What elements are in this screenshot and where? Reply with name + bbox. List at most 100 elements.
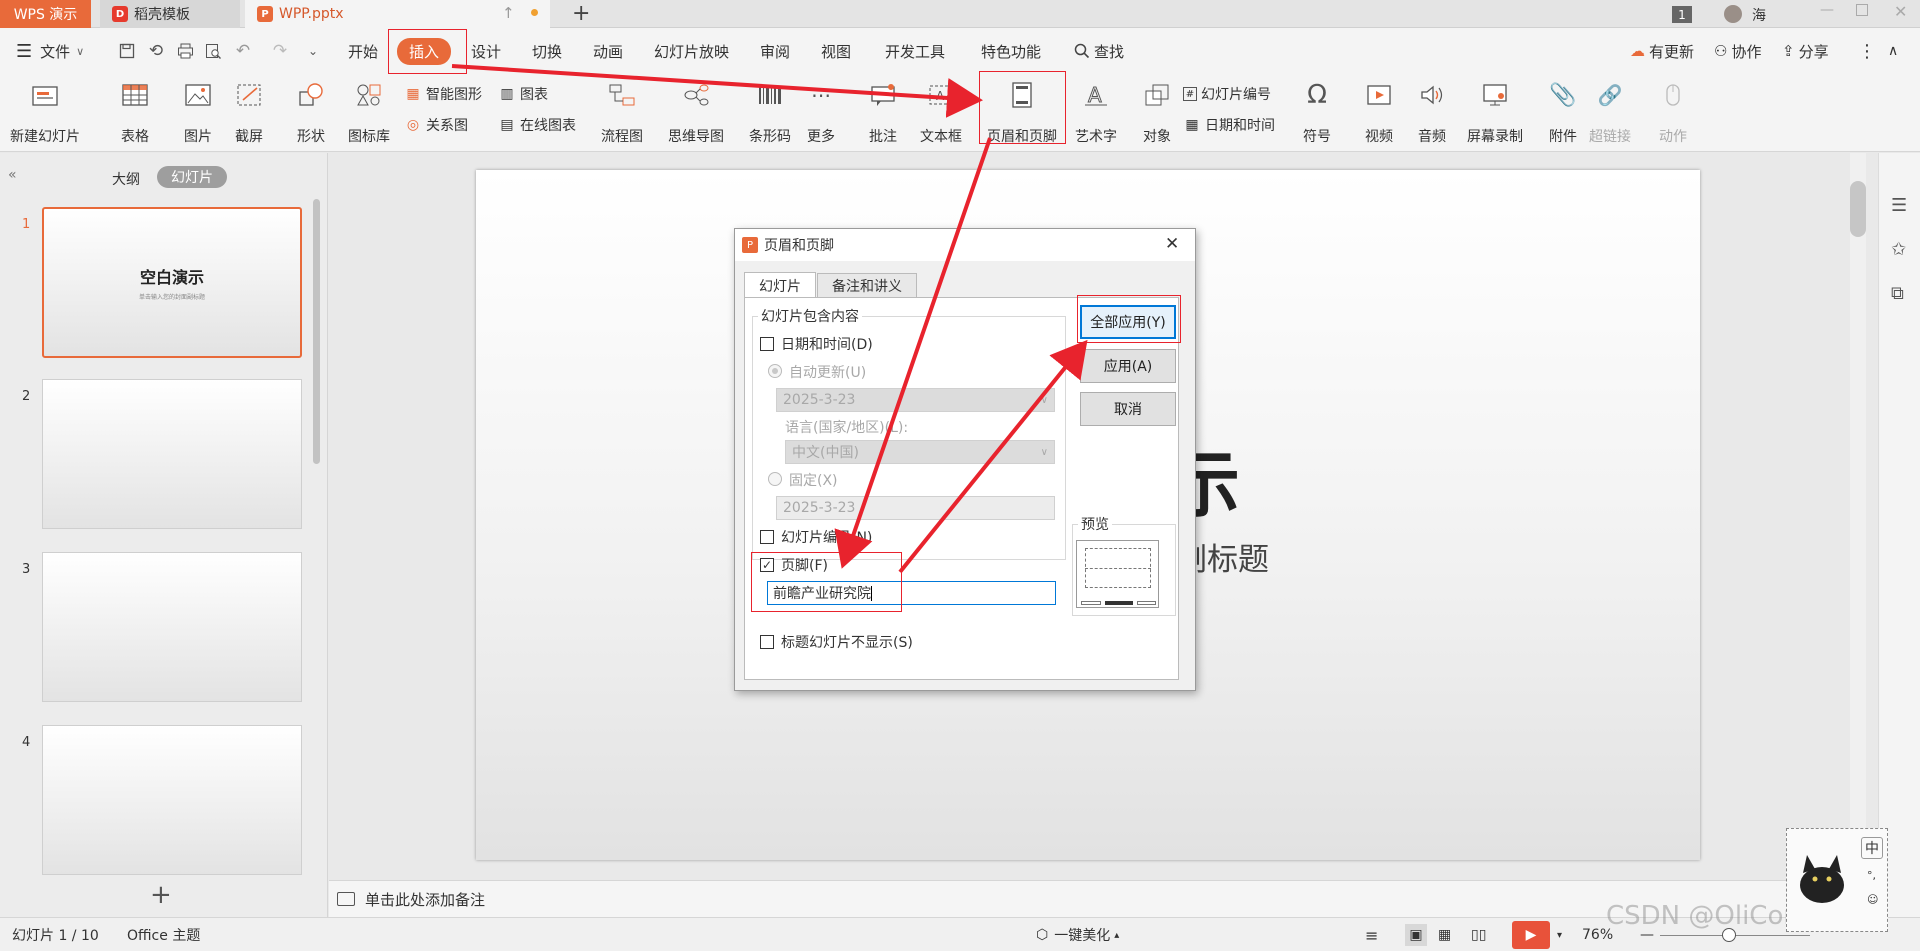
share-button[interactable]: ⇪ 分享	[1782, 28, 1829, 74]
table-button[interactable]: 表格	[120, 78, 150, 146]
tab-slides[interactable]: 幻灯片	[157, 166, 227, 188]
hide-on-title-checkbox[interactable]	[760, 635, 774, 649]
shape-button[interactable]: 形状	[296, 78, 326, 146]
menu-tab-review[interactable]: 审阅	[760, 28, 790, 74]
dialog-close-icon[interactable]: ✕	[1165, 234, 1179, 254]
beautify-button[interactable]: ⬡ 一键美化 ▴	[1036, 918, 1119, 951]
slide-number-button[interactable]: # 幻灯片编号	[1183, 83, 1271, 105]
online-chart-button[interactable]: ▤ 在线图表	[498, 114, 576, 136]
print-icon[interactable]	[174, 40, 196, 62]
scrollbar-thumb[interactable]	[1850, 181, 1866, 237]
collapse-panel-icon[interactable]: «	[8, 167, 17, 183]
slide-thumbnail-2[interactable]	[42, 379, 302, 529]
barcode-button[interactable]: 条形码	[749, 78, 791, 146]
footer-text-input[interactable]: 前瞻产业研究院	[767, 581, 1056, 605]
textbox-button[interactable]: A 文本框	[920, 78, 962, 146]
smart-art-button[interactable]: ▦ 智能图形	[404, 83, 482, 105]
datetime-checkbox[interactable]	[760, 337, 774, 351]
add-slide-button[interactable]: +	[150, 880, 172, 910]
tab-wps-home[interactable]: WPS 演示	[0, 0, 91, 28]
apply-all-button[interactable]: 全部应用(Y)	[1080, 305, 1176, 339]
ime-emoji-icon[interactable]: ☺	[1867, 893, 1878, 906]
ime-chinese-toggle[interactable]: 中	[1861, 837, 1883, 859]
menu-tab-animation[interactable]: 动画	[593, 28, 623, 74]
play-slideshow-button[interactable]: ▶	[1512, 918, 1550, 951]
star-magic-icon[interactable]: ✩	[1891, 239, 1906, 260]
object-button[interactable]: 对象	[1142, 78, 1172, 146]
tab-outline[interactable]: 大纲	[112, 169, 140, 189]
icon-library-button[interactable]: 图标库	[348, 78, 390, 146]
search-button[interactable]: 查找	[1074, 28, 1124, 74]
normal-view-button[interactable]: ▣	[1403, 918, 1429, 951]
screenshot-button[interactable]: 截屏	[234, 78, 264, 146]
action-button[interactable]: 动作	[1658, 78, 1688, 146]
notes-toggle-icon[interactable]: ≡	[1365, 918, 1378, 951]
panel-scrollbar[interactable]	[313, 199, 320, 464]
slide-scrollbar[interactable]	[1850, 153, 1866, 880]
tab-document[interactable]: P WPP.pptx ↑	[245, 0, 550, 28]
header-footer-button[interactable]: 页眉和页脚	[987, 78, 1057, 146]
audio-button[interactable]: 音频	[1417, 78, 1447, 146]
symbol-button[interactable]: Ω 符号	[1302, 78, 1332, 146]
tab-daoke-template[interactable]: D 稻壳模板	[100, 0, 240, 28]
theme-name[interactable]: Office 主题	[127, 918, 200, 951]
more-options-icon[interactable]: ⋮	[1858, 28, 1876, 74]
window-count-badge[interactable]: 1	[1672, 6, 1692, 23]
dialog-tab-notes[interactable]: 备注和讲义	[817, 273, 917, 298]
reading-view-icon[interactable]: ▯▯	[1471, 918, 1486, 951]
apply-button[interactable]: 应用(A)	[1080, 349, 1176, 383]
video-button[interactable]: 视频	[1364, 78, 1394, 146]
attachment-button[interactable]: 📎 附件	[1548, 78, 1578, 146]
new-tab-button[interactable]: +	[572, 1, 590, 26]
hyperlink-button[interactable]: 🔗 超链接	[1589, 78, 1631, 146]
fixed-date-input[interactable]: 2025-3-23	[776, 496, 1055, 520]
menu-tab-design[interactable]: 设计	[471, 28, 501, 74]
menu-tab-slideshow[interactable]: 幻灯片放映	[654, 28, 729, 74]
minimize-icon[interactable]: —	[1820, 2, 1834, 18]
save-icon[interactable]	[116, 40, 138, 62]
ime-punct-icon[interactable]: °,	[1867, 869, 1876, 882]
flowchart-button[interactable]: 流程图	[601, 78, 643, 146]
new-slide-button[interactable]: 新建幻灯片	[10, 78, 80, 146]
screen-record-button[interactable]: 屏幕录制	[1467, 78, 1523, 146]
collapse-ribbon-icon[interactable]: ∧	[1888, 28, 1898, 74]
file-menu[interactable]: ☰ 文件 ∨	[16, 28, 84, 74]
close-window-icon[interactable]: ✕	[1894, 2, 1907, 21]
avatar[interactable]	[1724, 5, 1742, 23]
wordart-button[interactable]: A 艺术字	[1075, 78, 1117, 146]
sorter-view-icon[interactable]: ▦	[1438, 918, 1451, 951]
datetime-button[interactable]: ▦ 日期和时间	[1183, 114, 1275, 136]
more-button[interactable]: ⋯ 更多	[806, 78, 836, 146]
mindmap-button[interactable]: 思维导图	[668, 78, 724, 146]
relation-chart-button[interactable]: ◎ 关系图	[404, 114, 468, 136]
format-painter-icon[interactable]: ⟲	[145, 40, 167, 62]
menu-tab-features[interactable]: 特色功能	[981, 28, 1041, 74]
menu-tab-start[interactable]: 开始	[348, 28, 378, 74]
dialog-tab-slide[interactable]: 幻灯片	[744, 272, 816, 298]
cancel-button[interactable]: 取消	[1080, 392, 1176, 426]
properties-icon[interactable]: ☰	[1891, 195, 1907, 216]
chart-button[interactable]: ▥ 图表	[498, 83, 548, 105]
fixed-date-radio[interactable]	[768, 472, 782, 486]
undo-icon[interactable]: ↶	[232, 40, 254, 62]
upload-icon[interactable]: ↑	[502, 4, 515, 22]
slide-thumbnail-3[interactable]	[42, 552, 302, 702]
auto-date-select[interactable]: 2025-3-23 ∨	[776, 388, 1055, 412]
slide-number-checkbox[interactable]	[760, 530, 774, 544]
footer-checkbox[interactable]: ✓	[760, 558, 774, 572]
picture-button[interactable]: 图片	[183, 78, 213, 146]
slideshow-options-icon[interactable]: ▾	[1557, 918, 1562, 951]
menu-tab-view[interactable]: 视图	[821, 28, 851, 74]
slide-thumbnail-1[interactable]: 空白演示 单击输入您的封面副标题	[42, 207, 302, 358]
menu-tab-transition[interactable]: 切换	[532, 28, 562, 74]
comment-button[interactable]: 批注	[868, 78, 898, 146]
update-button[interactable]: ☁ 有更新	[1630, 28, 1694, 74]
language-select[interactable]: 中文(中国) ∨	[785, 440, 1055, 464]
auto-update-radio[interactable]	[768, 364, 782, 378]
slide-thumbnail-4[interactable]	[42, 725, 302, 875]
print-preview-icon[interactable]	[202, 40, 224, 62]
collaborate-button[interactable]: ⚇ 协作	[1714, 28, 1761, 74]
restore-icon[interactable]	[1856, 4, 1868, 16]
ime-widget[interactable]: 中 °, ☺	[1786, 828, 1888, 932]
copy-layout-icon[interactable]: ⧉	[1891, 283, 1904, 304]
